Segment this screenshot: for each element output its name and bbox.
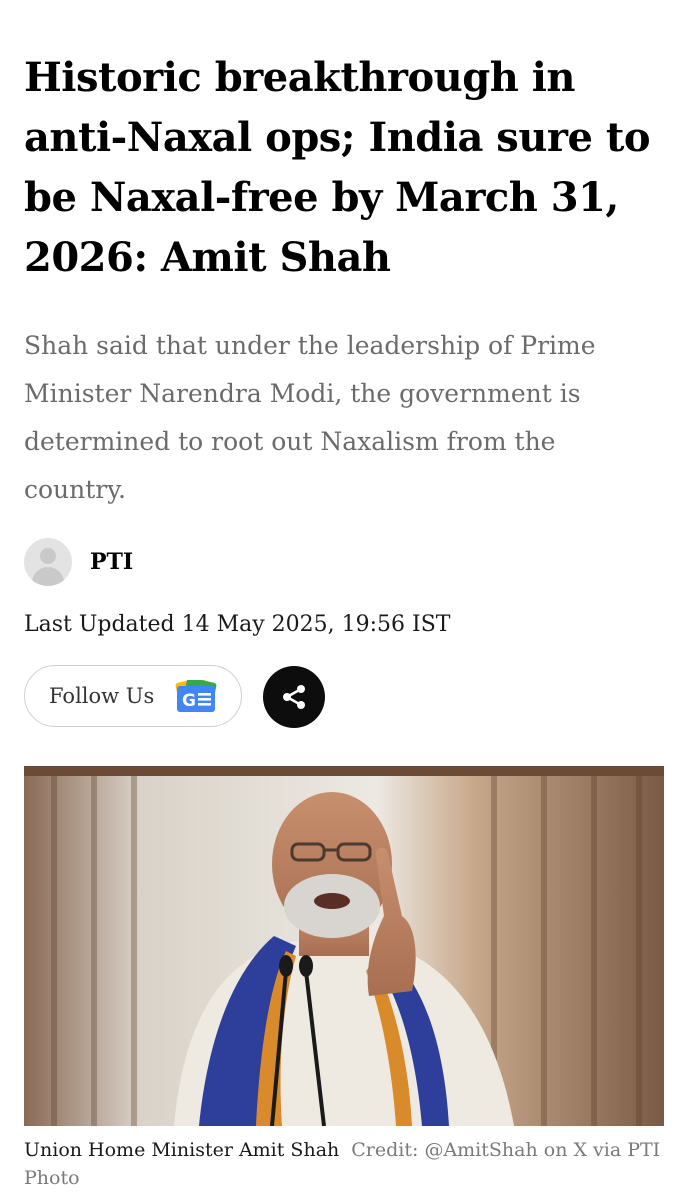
svg-text:G: G xyxy=(182,691,196,711)
last-updated-timestamp: Last Updated 14 May 2025, 19:56 IST xyxy=(24,612,451,637)
follow-us-button[interactable]: Follow Us G xyxy=(24,665,242,727)
article-headline: Historic breakthrough in anti-Naxal ops;… xyxy=(24,54,651,281)
author-avatar xyxy=(24,538,72,586)
caption-text: Union Home Minister Amit Shah xyxy=(24,1139,340,1161)
author-name[interactable]: PTI xyxy=(90,549,133,575)
article-summary: Shah said that under the leadership of P… xyxy=(24,331,596,504)
share-icon xyxy=(283,685,305,709)
article-photo xyxy=(24,766,664,1126)
author-row: PTI xyxy=(24,538,133,586)
photo-caption: Union Home Minister Amit Shah Credit: @Am… xyxy=(24,1136,664,1192)
follow-us-label: Follow Us xyxy=(49,684,155,708)
google-news-icon: G xyxy=(175,680,217,712)
share-button[interactable] xyxy=(263,666,325,728)
